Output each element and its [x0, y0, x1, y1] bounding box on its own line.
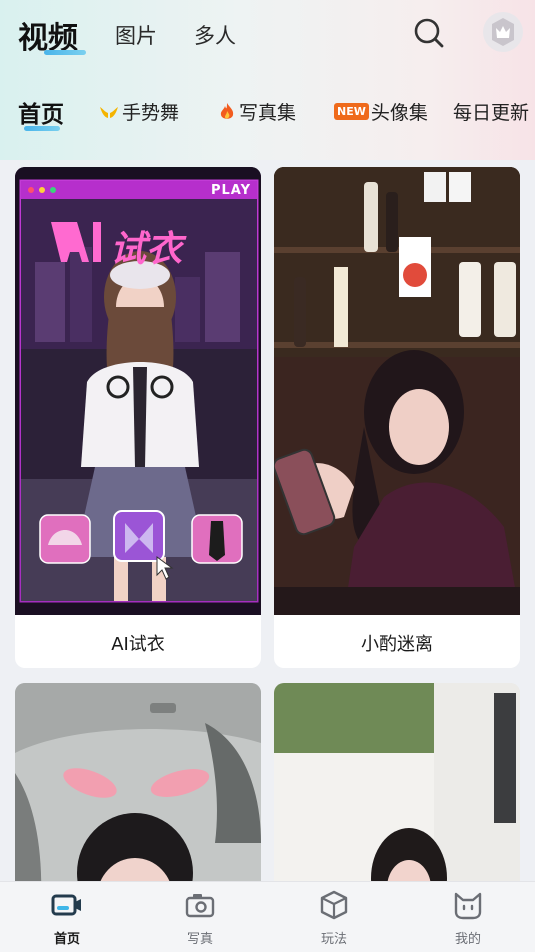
thumbnail-art	[15, 683, 261, 881]
template-card-title: 小酌迷离	[361, 634, 433, 655]
thumbnail-art	[274, 683, 520, 881]
camera-icon	[185, 894, 215, 918]
content-feed[interactable]: 试衣 PLAY AI试衣 小酌迷离	[0, 160, 535, 881]
play-tag: PLAY	[210, 183, 251, 198]
category-tab-gesture-dance[interactable]: 手势舞	[98, 98, 179, 125]
bottom-nav: 首页 写真 玩法 我的	[0, 881, 535, 952]
nav-item-home[interactable]: 首页	[27, 882, 107, 952]
category-tab-indicator	[24, 126, 60, 131]
template-card[interactable]	[15, 683, 261, 881]
raised-hands-icon	[100, 106, 118, 118]
category-tab-daily-update[interactable]: 每日更新	[453, 98, 529, 125]
template-thumbnail	[274, 167, 520, 615]
tab-video-indicator	[44, 50, 86, 55]
cube-icon	[320, 890, 348, 920]
video-camera-icon	[51, 894, 81, 916]
template-card[interactable]: 小酌迷离	[274, 167, 520, 668]
cat-face-icon	[454, 892, 482, 920]
tab-multi[interactable]: 多人	[194, 20, 236, 50]
avatar[interactable]	[483, 12, 523, 52]
app-header: 视频 图片 多人 首页 手势舞 写真集 NEW 头像集 每日更新	[0, 0, 535, 160]
svg-text:试衣: 试衣	[110, 229, 187, 270]
search-button[interactable]	[412, 16, 446, 50]
search-icon	[414, 18, 444, 48]
category-tab-photo-album-label: 写真集	[239, 102, 297, 124]
crown-avatar-icon	[492, 18, 514, 46]
template-card-title: AI试衣	[111, 634, 165, 655]
nav-label-photo: 写真	[186, 932, 213, 947]
tab-photo[interactable]: 图片	[115, 20, 157, 50]
template-card[interactable]	[274, 683, 520, 881]
template-card[interactable]: 试衣 PLAY AI试衣	[15, 167, 261, 668]
thumbnail-art	[274, 167, 520, 615]
template-thumbnail	[15, 683, 261, 881]
template-thumbnail: 试衣 PLAY	[15, 167, 261, 615]
category-tab-home[interactable]: 首页	[18, 95, 64, 129]
nav-item-mine[interactable]: 我的	[428, 882, 508, 952]
fire-icon	[220, 102, 234, 119]
template-thumbnail	[274, 683, 520, 881]
thumbnail-art: 试衣	[15, 167, 261, 615]
nav-label-home: 首页	[53, 932, 80, 947]
category-tab-bar: 首页 手势舞 写真集 NEW 头像集 每日更新	[18, 98, 535, 134]
nav-label-mine: 我的	[454, 932, 481, 947]
nav-label-play: 玩法	[320, 932, 347, 947]
nav-item-play[interactable]: 玩法	[294, 882, 374, 952]
category-tab-avatar-set-label: 头像集	[370, 102, 428, 124]
category-tab-gesture-dance-label: 手势舞	[122, 102, 180, 124]
new-badge: NEW	[334, 103, 369, 120]
nav-item-photo[interactable]: 写真	[160, 882, 240, 952]
category-tab-photo-album[interactable]: 写真集	[218, 98, 296, 125]
category-tab-avatar-set[interactable]: NEW 头像集	[334, 98, 428, 125]
